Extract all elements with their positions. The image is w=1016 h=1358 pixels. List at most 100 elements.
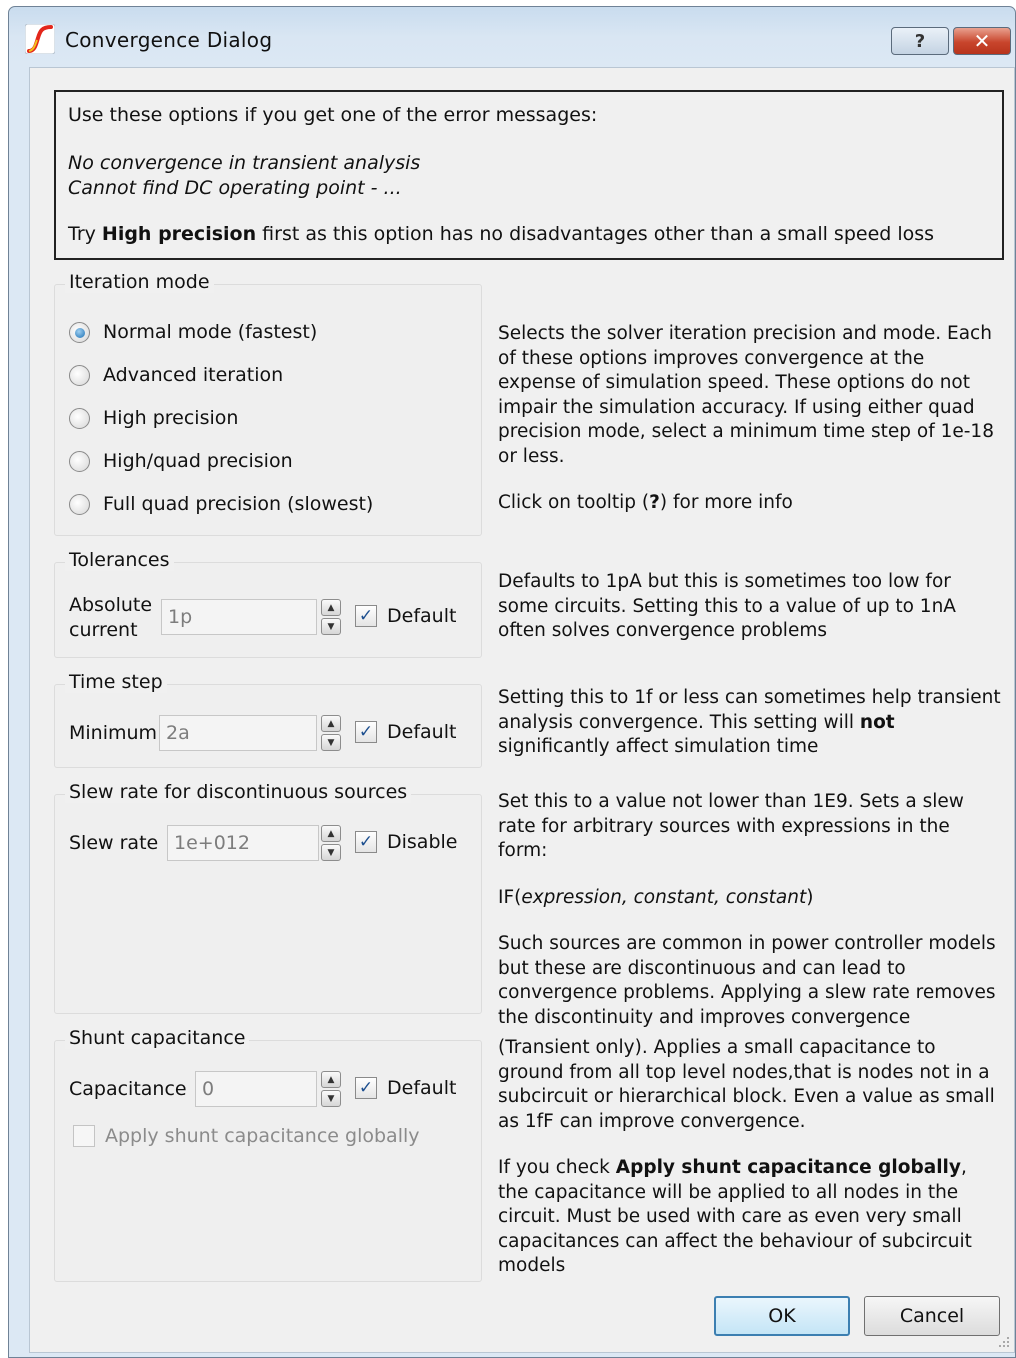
shunt-description: (Transient only). Applies a small capaci…: [498, 1036, 1003, 1301]
checkbox-label: Default: [387, 721, 457, 743]
absolute-current-input[interactable]: 1p: [161, 599, 317, 635]
capacitance-input[interactable]: 0: [195, 1071, 317, 1107]
close-icon: ✕: [973, 29, 991, 53]
time-step-default-checkbox[interactable]: ✓ Default: [355, 721, 456, 743]
info-tip: Try High precision first as this option …: [68, 223, 934, 245]
checkmark-icon[interactable]: ✓: [355, 605, 377, 627]
slew-rate-description: Set this to a value not lower than 1E9. …: [498, 790, 1003, 1052]
info-intro: Use these options if you get one of the …: [68, 104, 598, 126]
spin-down-icon[interactable]: ▼: [321, 734, 341, 751]
iteration-mode-group: Iteration mode Normal mode (fastest) Adv…: [54, 271, 482, 536]
radio-button-selected[interactable]: [69, 321, 90, 343]
radio-button[interactable]: [69, 450, 90, 472]
formula-suffix: ): [806, 886, 814, 908]
checkmark-icon[interactable]: ✓: [355, 1077, 377, 1099]
absolute-current-label: Absolute current: [69, 593, 152, 643]
window-title: Convergence Dialog: [65, 28, 273, 52]
radio-label: Advanced iteration: [103, 364, 284, 386]
info-box: Use these options if you get one of the …: [54, 90, 1004, 260]
iteration-mode-desc-text: Selects the solver iteration precision a…: [498, 323, 994, 467]
shunt-desc-2: If you check Apply shunt capacitance glo…: [498, 1156, 1003, 1279]
spin-up-icon[interactable]: ▲: [321, 1071, 341, 1088]
spin-down-icon[interactable]: ▼: [321, 844, 341, 861]
minimum-time-step-input[interactable]: 2a: [159, 715, 317, 751]
checkbox-label: Default: [387, 1077, 457, 1099]
radio-high-precision[interactable]: High precision: [69, 407, 238, 429]
absolute-current-stepper[interactable]: ▲ ▼: [321, 599, 341, 635]
info-tip-bold: High precision: [101, 223, 257, 245]
checkbox-label: Disable: [387, 831, 458, 853]
radio-label: Full quad precision (slowest): [103, 493, 374, 515]
dialog-body: Use these options if you get one of the …: [29, 67, 1015, 1353]
spin-up-icon[interactable]: ▲: [321, 599, 341, 616]
time-step-desc-prefix: Setting this to 1f or less can sometimes…: [498, 687, 1001, 733]
tolerances-group: Tolerances Absolute current 1p ▲ ▼ ✓ Def…: [54, 549, 482, 658]
info-tip-prefix: Try: [68, 223, 102, 245]
checkbox-empty[interactable]: [73, 1125, 95, 1147]
convergence-dialog-window: Convergence Dialog ? ✕ Use these options…: [8, 6, 1016, 1358]
absolute-current-label-line1: Absolute: [69, 594, 153, 616]
slew-rate-desc-2: Such sources are common in power control…: [498, 933, 996, 1028]
tooltip-hint-prefix: Click on tooltip (: [498, 492, 650, 513]
radio-button[interactable]: [69, 407, 90, 429]
slew-rate-stepper[interactable]: ▲ ▼: [321, 825, 341, 861]
shunt-capacitance-group: Shunt capacitance Capacitance 0 ▲ ▼ ✓ De…: [54, 1027, 482, 1282]
radio-label: High precision: [103, 407, 239, 429]
question-icon: ?: [914, 30, 926, 52]
iteration-mode-tooltip-hint: Click on tooltip (?) for more info: [498, 491, 1003, 516]
apply-globally-label: Apply shunt capacitance globally: [105, 1125, 420, 1147]
tolerances-description: Defaults to 1pA but this is sometimes to…: [498, 571, 956, 641]
ok-button[interactable]: OK: [714, 1296, 850, 1336]
spin-down-icon[interactable]: ▼: [321, 618, 341, 635]
radio-high-quad-precision[interactable]: High/quad precision: [69, 450, 293, 472]
checkmark-icon[interactable]: ✓: [355, 831, 377, 853]
time-step-desc-suffix: significantly affect simulation time: [498, 736, 819, 757]
title-bar[interactable]: Convergence Dialog ? ✕: [9, 7, 1015, 63]
close-button[interactable]: ✕: [953, 27, 1011, 55]
time-step-group: Time step Minimum 2a ▲ ▼ ✓ Default: [54, 671, 482, 768]
slew-rate-desc-formula: IF(expression, constant, constant): [498, 886, 1003, 911]
radio-advanced-iteration[interactable]: Advanced iteration: [69, 364, 283, 386]
radio-button[interactable]: [69, 493, 90, 515]
apply-globally-checkbox[interactable]: Apply shunt capacitance globally: [73, 1125, 420, 1147]
minimum-time-step-stepper[interactable]: ▲ ▼: [321, 715, 341, 751]
tooltip-hint-bold: ?: [649, 492, 660, 513]
help-button[interactable]: ?: [891, 27, 949, 55]
radio-button[interactable]: [69, 364, 90, 386]
checkbox-label: Default: [387, 605, 457, 627]
tolerances-title: Tolerances: [65, 549, 174, 571]
shunt-desc-prefix: If you check: [498, 1157, 616, 1178]
spin-up-icon[interactable]: ▲: [321, 715, 341, 732]
shunt-default-checkbox[interactable]: ✓ Default: [355, 1077, 456, 1099]
iteration-mode-description: Selects the solver iteration precision a…: [498, 322, 1003, 538]
minimum-label: Minimum: [69, 722, 158, 744]
slew-rate-title: Slew rate for discontinuous sources: [65, 781, 412, 803]
app-logo-icon: [25, 24, 55, 54]
time-step-title: Time step: [65, 671, 167, 693]
radio-normal-mode[interactable]: Normal mode (fastest): [69, 321, 317, 343]
spin-down-icon[interactable]: ▼: [321, 1090, 341, 1107]
capacitance-stepper[interactable]: ▲ ▼: [321, 1071, 341, 1107]
time-step-desc-bold: not: [859, 711, 895, 733]
error-message-2: Cannot find DC operating point - ...: [68, 177, 402, 199]
capacitance-label: Capacitance: [69, 1078, 187, 1100]
error-message-1: No convergence in transient analysis: [68, 152, 421, 174]
shunt-desc-1: (Transient only). Applies a small capaci…: [498, 1037, 995, 1132]
cancel-button[interactable]: Cancel: [864, 1296, 1000, 1336]
spin-up-icon[interactable]: ▲: [321, 825, 341, 842]
iteration-mode-title: Iteration mode: [65, 271, 214, 293]
tolerances-default-checkbox[interactable]: ✓ Default: [355, 605, 456, 627]
formula-prefix: IF(: [498, 886, 522, 908]
slew-rate-disable-checkbox[interactable]: ✓ Disable: [355, 831, 457, 853]
radio-full-quad-precision[interactable]: Full quad precision (slowest): [69, 493, 373, 515]
slew-rate-group: Slew rate for discontinuous sources Slew…: [54, 781, 482, 1014]
absolute-current-label-line2: current: [69, 619, 138, 641]
radio-label: Normal mode (fastest): [103, 321, 318, 343]
checkmark-icon[interactable]: ✓: [355, 721, 377, 743]
resize-grip-icon[interactable]: [996, 1334, 1010, 1348]
tooltip-hint-suffix: ) for more info: [659, 492, 793, 513]
slew-rate-input[interactable]: 1e+012: [167, 825, 319, 861]
time-step-description: Setting this to 1f or less can sometimes…: [498, 686, 1003, 760]
shunt-capacitance-title: Shunt capacitance: [65, 1027, 250, 1049]
info-tip-suffix: first as this option has no disadvantage…: [256, 223, 935, 245]
